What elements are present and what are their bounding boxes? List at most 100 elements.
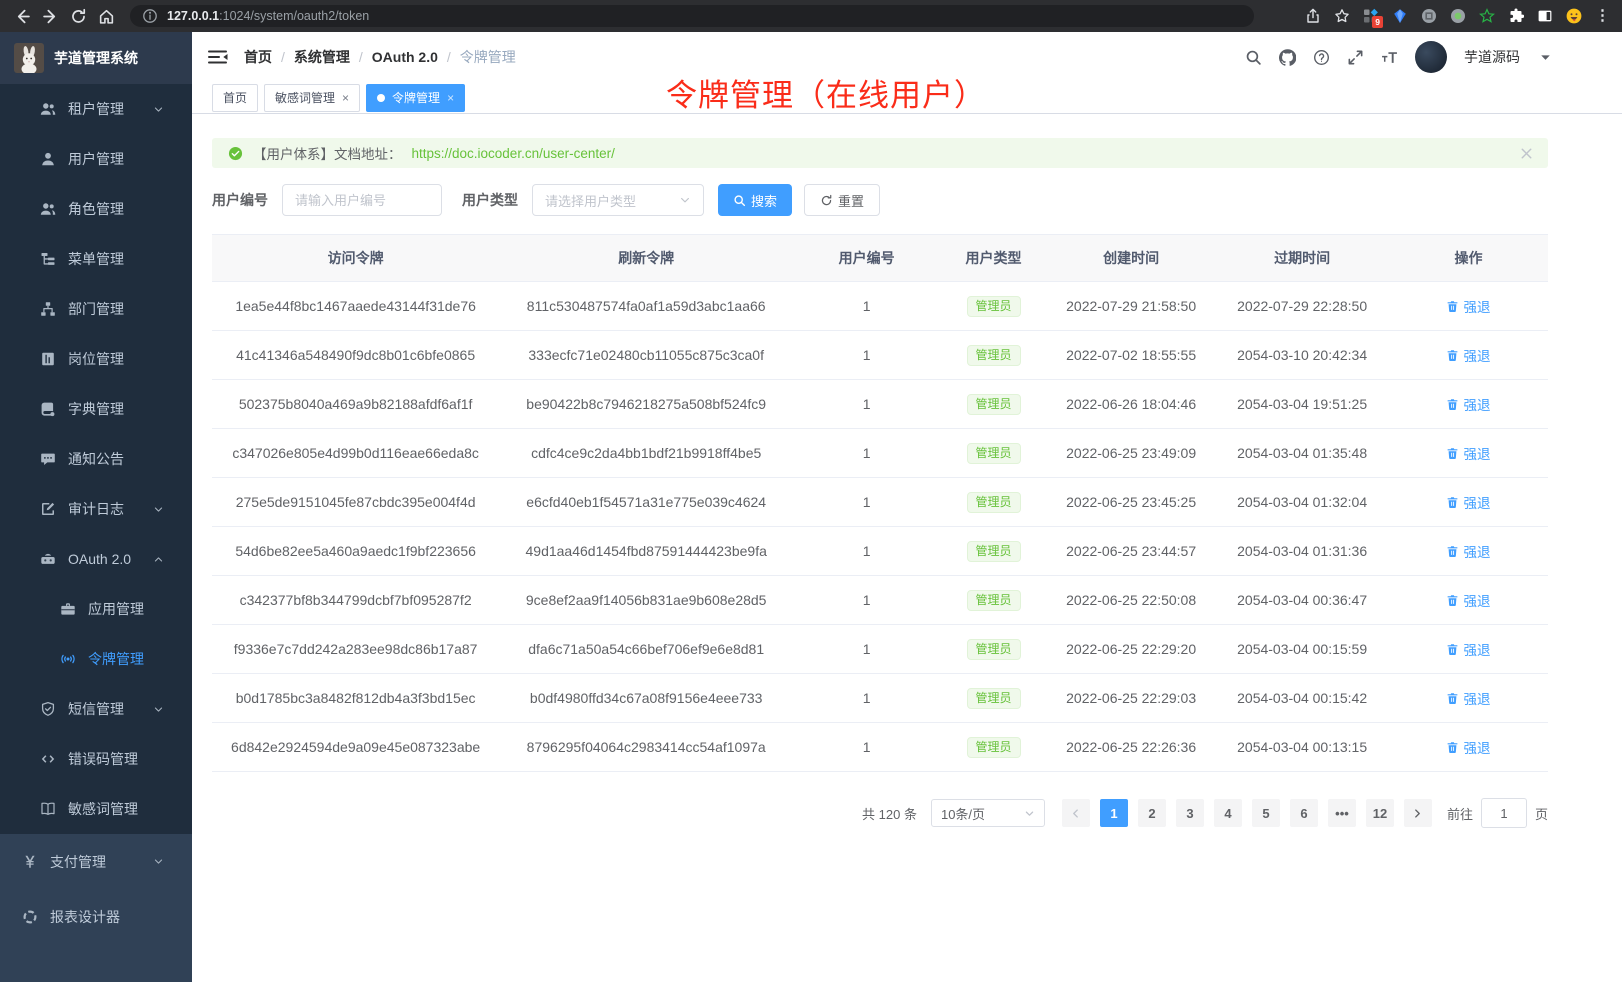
- sidebar-item-tenant[interactable]: 租户管理: [0, 84, 192, 134]
- ext-command-icon[interactable]: [1421, 8, 1437, 24]
- help-icon[interactable]: [1313, 49, 1330, 66]
- user-type-cell: 管理员: [940, 478, 1047, 527]
- github-icon[interactable]: [1279, 49, 1296, 66]
- browser-back-icon[interactable]: [8, 2, 36, 30]
- app-logo[interactable]: 芋道管理系统: [0, 32, 192, 84]
- page-button-1[interactable]: 1: [1100, 799, 1128, 827]
- url-bar[interactable]: 127.0.0.1:1024/system/oauth2/token: [130, 5, 1254, 27]
- site-info-icon[interactable]: [142, 8, 158, 24]
- ext-record-icon[interactable]: [1450, 8, 1466, 24]
- sidebar-item-dept[interactable]: 部门管理: [0, 284, 192, 334]
- reset-button[interactable]: 重置: [804, 184, 880, 216]
- sidebar-item-sensitive-word[interactable]: 敏感词管理: [0, 784, 192, 834]
- force-logout-button[interactable]: 强退: [1446, 737, 1490, 757]
- close-icon[interactable]: ×: [342, 92, 349, 104]
- sidebar-item-dict[interactable]: 字典管理: [0, 384, 192, 434]
- force-logout-button[interactable]: 强退: [1446, 639, 1490, 659]
- breadcrumb-item[interactable]: 系统管理: [294, 47, 350, 67]
- browser-forward-icon[interactable]: [36, 2, 64, 30]
- sidebar-item-menu[interactable]: 菜单管理: [0, 234, 192, 284]
- sidebar-item-error-code[interactable]: 错误码管理: [0, 734, 192, 784]
- user-avatar[interactable]: [1415, 41, 1447, 73]
- pagination-total: 共 120 条: [862, 804, 917, 823]
- refresh-icon: [820, 194, 833, 207]
- user-type-placeholder: 请选择用户类型: [545, 191, 636, 210]
- page-ellipsis[interactable]: •••: [1328, 799, 1356, 827]
- force-logout-button[interactable]: 强退: [1446, 492, 1490, 512]
- hamburger-icon[interactable]: [208, 47, 228, 67]
- url-host: 127.0.0.1: [167, 9, 219, 23]
- page-button-12[interactable]: 12: [1366, 799, 1394, 827]
- page-button-5[interactable]: 5: [1252, 799, 1280, 827]
- force-logout-button[interactable]: 强退: [1446, 688, 1490, 708]
- browser-menu-icon[interactable]: ⋮: [1595, 11, 1610, 21]
- sidebar-item-report-designer[interactable]: 报表设计器: [0, 889, 192, 944]
- profile-avatar-emoji[interactable]: [1566, 8, 1582, 24]
- tab-home[interactable]: 首页: [212, 84, 258, 112]
- sidebar-item-audit-log[interactable]: 审计日志: [0, 484, 192, 534]
- prev-page-button[interactable]: [1062, 799, 1090, 827]
- tab-sensitive-word[interactable]: 敏感词管理×: [264, 84, 360, 112]
- search-icon[interactable]: [1245, 49, 1262, 66]
- font-size-icon[interactable]: [1381, 49, 1398, 66]
- action-cell: 强退: [1389, 380, 1548, 429]
- user-name[interactable]: 芋道源码: [1464, 47, 1520, 67]
- force-logout-button[interactable]: 强退: [1446, 443, 1490, 463]
- browser-reload-icon[interactable]: [64, 2, 92, 30]
- access-token-cell: b0d1785bc3a8482f812db4a3f3bd15ec: [212, 674, 499, 723]
- breadcrumb-item[interactable]: OAuth 2.0: [372, 49, 438, 65]
- sidebar-item-post[interactable]: 岗位管理: [0, 334, 192, 384]
- close-icon[interactable]: ×: [447, 92, 454, 104]
- caret-down-icon[interactable]: [1537, 49, 1554, 66]
- page-size-select[interactable]: 10条/页: [931, 799, 1045, 827]
- trash-icon: [1446, 349, 1459, 362]
- ext-blocks-icon[interactable]: 9: [1363, 8, 1379, 24]
- ext-star-icon[interactable]: [1479, 8, 1495, 24]
- sidebar-item-role[interactable]: 角色管理: [0, 184, 192, 234]
- browser-home-icon[interactable]: [92, 2, 120, 30]
- force-logout-button[interactable]: 强退: [1446, 541, 1490, 561]
- tab-oauth2-token[interactable]: 令牌管理×: [366, 84, 465, 112]
- sidebar-item-oauth2-application[interactable]: 应用管理: [0, 584, 192, 634]
- page-button-4[interactable]: 4: [1214, 799, 1242, 827]
- force-logout-button[interactable]: 强退: [1446, 345, 1490, 365]
- page-button-6[interactable]: 6: [1290, 799, 1318, 827]
- sidebar-item-label: 部门管理: [68, 299, 124, 319]
- user-type-cell: 管理员: [940, 723, 1047, 772]
- broadcast-icon: [60, 651, 76, 667]
- created-time-cell: 2022-06-25 23:49:09: [1047, 429, 1215, 478]
- page-button-3[interactable]: 3: [1176, 799, 1204, 827]
- next-page-button[interactable]: [1404, 799, 1432, 827]
- alert-text: 【用户体系】文档地址：: [253, 143, 402, 163]
- column-header: 刷新令牌: [499, 235, 793, 282]
- bookmark-star-icon[interactable]: [1334, 8, 1350, 24]
- sidebar-item-user[interactable]: 用户管理: [0, 134, 192, 184]
- force-logout-button[interactable]: 强退: [1446, 296, 1490, 316]
- org-icon: [40, 301, 56, 317]
- close-icon[interactable]: [1519, 146, 1534, 161]
- goto-page-input[interactable]: [1481, 798, 1527, 828]
- user-type-badge: 管理员: [967, 345, 1021, 366]
- sidebar-item-oauth2-token[interactable]: 令牌管理: [0, 634, 192, 684]
- force-logout-button[interactable]: 强退: [1446, 394, 1490, 414]
- ext-gem-icon[interactable]: [1392, 8, 1408, 24]
- search-button[interactable]: 搜索: [718, 184, 792, 216]
- alert-doc-link[interactable]: https://doc.iocoder.cn/user-center/: [412, 146, 615, 161]
- ext-sidepanel-icon[interactable]: [1537, 8, 1553, 24]
- fullscreen-icon[interactable]: [1347, 49, 1364, 66]
- share-icon[interactable]: [1305, 8, 1321, 24]
- sidebar-item-pay[interactable]: 支付管理: [0, 834, 192, 889]
- column-header: 操作: [1389, 235, 1548, 282]
- breadcrumb-item[interactable]: 首页: [244, 47, 272, 67]
- force-logout-button[interactable]: 强退: [1446, 590, 1490, 610]
- sidebar-item-notice[interactable]: 通知公告: [0, 434, 192, 484]
- user-type-select[interactable]: 请选择用户类型: [532, 184, 704, 216]
- ext-puzzle-icon[interactable]: [1508, 8, 1524, 24]
- page-button-2[interactable]: 2: [1138, 799, 1166, 827]
- user-id-input[interactable]: [282, 184, 442, 216]
- sidebar-item-sms[interactable]: 短信管理: [0, 684, 192, 734]
- sidebar-item-oauth2[interactable]: OAuth 2.0: [0, 534, 192, 584]
- trash-icon: [1446, 643, 1459, 656]
- sidebar-item-label: 应用管理: [88, 599, 144, 619]
- action-cell: 强退: [1389, 576, 1548, 625]
